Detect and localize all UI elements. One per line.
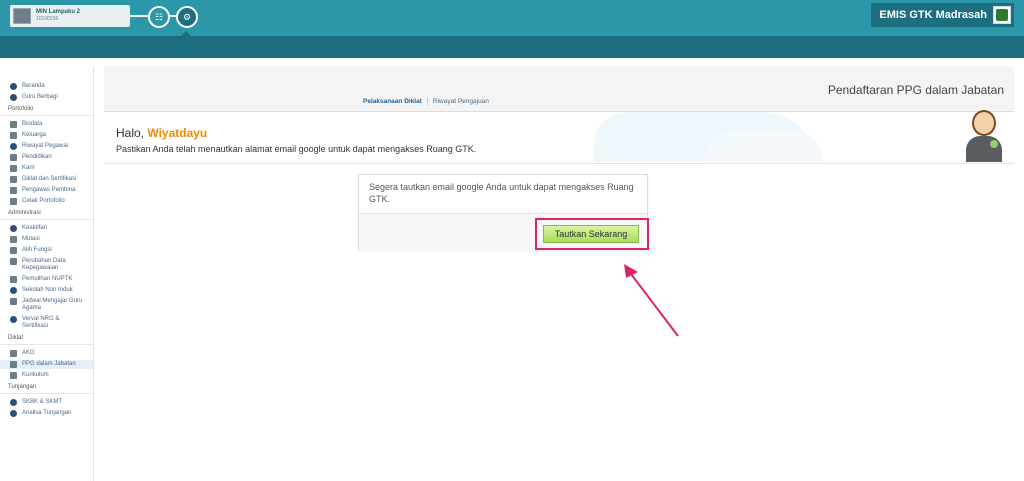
brand-badge: EMIS GTK Madrasah — [871, 3, 1014, 27]
info-icon — [10, 399, 17, 406]
mascot-head — [972, 110, 996, 136]
greeting-panel: Halo, Wiyatdayu Pastikan Anda telah mena… — [104, 110, 1014, 164]
transfer-icon — [10, 236, 17, 243]
info-icon — [10, 316, 17, 323]
headset-icon — [990, 140, 998, 148]
mascot-illustration — [962, 110, 1006, 162]
sidebar-item[interactable]: Pemulihan NUPTK — [0, 275, 93, 284]
sidebar-item[interactable]: Kurikulum — [0, 371, 93, 380]
gear-icon — [10, 287, 17, 294]
section-diklat: Diklat — [0, 333, 93, 345]
info-icon — [10, 83, 17, 90]
document-icon — [10, 361, 17, 368]
document-icon — [10, 198, 17, 205]
sidebar: Beranda Guru Berbagi Portofolio Biodata … — [0, 66, 94, 481]
document-icon — [10, 372, 17, 379]
document-icon — [10, 276, 17, 283]
clock-icon — [10, 143, 17, 150]
sidebar-item-beranda[interactable]: Beranda — [0, 82, 93, 91]
sidebar-item[interactable]: SKBK & SKMT — [0, 398, 93, 407]
sidebar-item[interactable]: Analisa Tunjangan — [0, 409, 93, 418]
page-header: Pendaftaran PPG dalam Jabatan Pelaksanaa… — [104, 66, 1014, 112]
annotation-arrow — [624, 264, 679, 337]
sidebar-item[interactable]: Pengawas Pembina — [0, 186, 93, 195]
info-icon — [10, 410, 17, 417]
document-icon — [10, 132, 17, 139]
greeting-prefix: Halo, — [116, 126, 145, 140]
sidebar-item[interactable]: Alih Fungsi — [0, 246, 93, 255]
school-name: MIN Lampaku 2 — [36, 9, 81, 15]
cloud-decoration — [704, 132, 824, 162]
user-icon — [10, 247, 17, 254]
settings-icon — [10, 225, 17, 232]
document-icon — [10, 165, 17, 172]
secondary-bar — [0, 36, 1024, 58]
document-icon — [10, 176, 17, 183]
sidebar-item[interactable]: Riwayat Pegawai — [0, 142, 93, 151]
sidebar-item[interactable]: Diklat dan Sertifikasi — [0, 175, 93, 184]
document-icon — [10, 258, 17, 265]
sidebar-item[interactable]: AKG — [0, 349, 93, 358]
document-icon — [10, 350, 17, 357]
school-id: 10100236 — [36, 16, 59, 22]
school-selector[interactable]: MIN Lampaku 2 10100236 — [10, 5, 130, 27]
link-now-button[interactable]: Tautkan Sekarang — [543, 225, 639, 243]
greeting: Halo, Wiyatdayu — [116, 126, 207, 140]
highlight-box: Tautkan Sekarang — [535, 218, 649, 250]
document-icon — [10, 154, 17, 161]
card-message: Segera tautkan email google Anda untuk d… — [369, 182, 634, 204]
link-email-card: Segera tautkan email google Anda untuk d… — [358, 174, 649, 250]
section-tunjangan: Tunjangan — [0, 382, 93, 394]
mascot-body — [966, 136, 1002, 162]
school-thumbnail — [13, 8, 31, 24]
sidebar-item[interactable]: Mutasi — [0, 235, 93, 244]
tab-bar: Pelaksanaan Diklat Riwayat Pengajuan — [358, 98, 494, 105]
top-navigation-bar: MIN Lampaku 2 10100236 ☷ ⚙ EMIS GTK Madr… — [0, 0, 1024, 36]
sidebar-item[interactable]: Pendidikan — [0, 153, 93, 162]
section-administrasi: Administrasi — [0, 208, 93, 220]
main-content: Pendaftaran PPG dalam Jabatan Pelaksanaa… — [104, 66, 1014, 250]
sidebar-item[interactable]: Sekolah Non Induk — [0, 286, 93, 295]
document-icon — [10, 298, 17, 305]
sidebar-item[interactable]: Keaktifan — [0, 224, 93, 233]
arrow-head — [624, 264, 638, 278]
document-icon — [10, 121, 17, 128]
sidebar-item[interactable]: Perubahan Data Kepegawaian — [0, 257, 93, 273]
gear-icon[interactable]: ⚙ — [176, 6, 198, 28]
org-chart-icon[interactable]: ☷ — [148, 6, 170, 28]
sidebar-item[interactable]: Biodata — [0, 120, 93, 129]
section-portofolio: Portofolio — [0, 104, 93, 116]
document-icon — [10, 187, 17, 194]
instruction-text: Pastikan Anda telah menautkan alamat ema… — [116, 144, 477, 154]
arrow-shaft — [627, 269, 679, 337]
user-name: Wiyatdayu — [147, 126, 208, 140]
brand-title: EMIS GTK Madrasah — [879, 9, 987, 21]
info-icon — [10, 94, 17, 101]
sidebar-item[interactable]: Cetak Portofolio — [0, 197, 93, 206]
tab-riwayat-pengajuan[interactable]: Riwayat Pengajuan — [428, 98, 494, 105]
sidebar-item-guru-berbagi[interactable]: Guru Berbagi — [0, 93, 93, 102]
ministry-logo-icon — [993, 6, 1011, 24]
page-title: Pendaftaran PPG dalam Jabatan — [827, 83, 1004, 97]
sidebar-item[interactable]: Keluarga — [0, 131, 93, 140]
sidebar-item[interactable]: Verval NRG & Sertifikasi — [0, 315, 93, 331]
tab-pelaksanaan-diklat[interactable]: Pelaksanaan Diklat — [358, 98, 428, 105]
sidebar-item[interactable]: Karir — [0, 164, 93, 173]
sidebar-item[interactable]: Jadwal Mengajar Guru Agama — [0, 297, 93, 313]
card-footer: Tautkan Sekarang — [359, 213, 649, 250]
sidebar-item-active[interactable]: PPG dalam Jabatan — [0, 360, 93, 369]
